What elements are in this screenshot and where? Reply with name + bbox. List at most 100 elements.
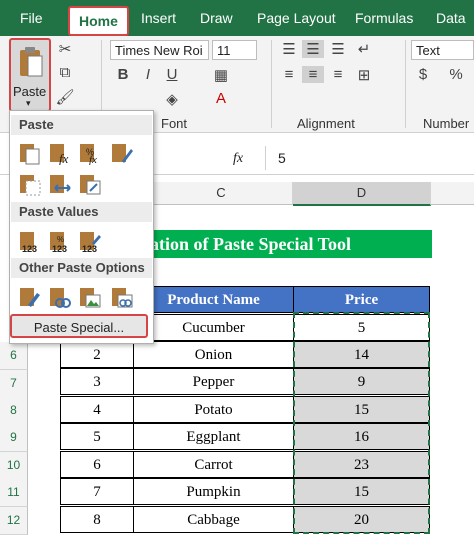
- font-size-box[interactable]: 11: [212, 40, 257, 60]
- tab-formulas[interactable]: Formulas: [355, 0, 413, 36]
- chevron-down-icon: ▾: [26, 98, 31, 108]
- group-label-alignment: Alignment: [297, 116, 355, 131]
- percent-icon[interactable]: %: [445, 66, 467, 83]
- paste-formulas-number-format-icon[interactable]: %fx: [78, 141, 102, 165]
- svg-text:123: 123: [22, 244, 37, 253]
- tab-page-layout[interactable]: Page Layout: [257, 0, 336, 36]
- header-cell-price[interactable]: Price: [293, 286, 430, 313]
- tab-data[interactable]: Data: [436, 0, 466, 36]
- linked-picture-icon[interactable]: [110, 285, 134, 309]
- clipboard-icon: [20, 47, 43, 77]
- font-color-icon[interactable]: A: [210, 90, 232, 107]
- font-name-box[interactable]: Times New Roi: [110, 40, 209, 60]
- borders-icon[interactable]: ▦: [210, 66, 232, 84]
- tab-home[interactable]: Home: [68, 6, 129, 36]
- no-borders-icon[interactable]: [18, 172, 42, 196]
- svg-text:fx: fx: [59, 151, 69, 165]
- align-left-icon[interactable]: ≡: [278, 66, 300, 83]
- table-cell-price[interactable]: 15: [293, 396, 430, 423]
- align-bottom-icon[interactable]: ☰: [327, 40, 349, 58]
- paste-link-icon[interactable]: [48, 285, 72, 309]
- table-cell-product[interactable]: Potato: [133, 396, 294, 423]
- column-header-d[interactable]: D: [293, 182, 431, 206]
- number-format-box[interactable]: Text: [411, 40, 474, 60]
- column-header-e[interactable]: [431, 182, 474, 205]
- align-right-icon[interactable]: ≡: [327, 66, 349, 83]
- tab-insert[interactable]: Insert: [141, 0, 176, 36]
- align-middle-icon[interactable]: ☰: [302, 40, 324, 58]
- tab-file[interactable]: File: [20, 0, 43, 36]
- sheet-title[interactable]: ation of Paste Special Tool: [148, 230, 432, 258]
- cut-icon[interactable]: ✂: [54, 40, 76, 58]
- row-header[interactable]: 10: [0, 452, 28, 480]
- menu-section-paste: Paste: [11, 115, 152, 135]
- table-cell-product[interactable]: Carrot: [133, 451, 294, 478]
- formula-value: 5: [278, 150, 286, 166]
- ribbon-tab-bar: File Home Insert Draw Page Layout Formul…: [0, 0, 474, 36]
- paste-values-icon[interactable]: 123: [18, 229, 42, 253]
- table-cell-product[interactable]: Onion: [133, 341, 294, 368]
- svg-text:123: 123: [52, 244, 67, 253]
- transpose-icon[interactable]: [78, 172, 102, 196]
- table-cell-price[interactable]: 20: [293, 506, 430, 533]
- keep-column-widths-icon[interactable]: [48, 172, 72, 196]
- paste-formulas-icon[interactable]: fx: [48, 141, 72, 165]
- table-cell-price[interactable]: 5: [293, 314, 430, 341]
- table-cell-sl[interactable]: 4: [60, 396, 134, 423]
- row-header[interactable]: 8: [0, 397, 28, 425]
- group-label-font: Font: [161, 116, 188, 131]
- values-number-format-icon[interactable]: %123: [48, 229, 72, 253]
- paste-label: Paste: [13, 84, 47, 99]
- table-cell-price[interactable]: 23: [293, 451, 430, 478]
- align-center-icon[interactable]: ≡: [302, 66, 324, 83]
- copy-icon[interactable]: ⧉: [54, 64, 76, 81]
- table-cell-sl[interactable]: 5: [60, 423, 134, 450]
- table-cell-product[interactable]: Cabbage: [133, 506, 294, 533]
- italic-button[interactable]: I: [137, 66, 159, 83]
- table-cell-price[interactable]: 16: [293, 423, 430, 450]
- underline-button[interactable]: U: [161, 66, 183, 83]
- table-cell-sl[interactable]: 6: [60, 451, 134, 478]
- table-cell-product[interactable]: Cucumber: [133, 314, 294, 341]
- table-cell-price[interactable]: 15: [293, 478, 430, 505]
- row-header[interactable]: 6: [0, 342, 28, 370]
- table-cell-sl[interactable]: 3: [60, 368, 134, 395]
- group-label-number: Number: [423, 116, 470, 131]
- svg-text:%: %: [57, 235, 64, 244]
- row-header[interactable]: 9: [0, 424, 28, 452]
- table-cell-price[interactable]: 14: [293, 341, 430, 368]
- wrap-text-icon[interactable]: ↵: [353, 40, 375, 58]
- table-cell-price[interactable]: 9: [293, 368, 430, 395]
- ribbon-separator: [405, 40, 406, 128]
- bold-button[interactable]: B: [112, 66, 134, 83]
- paste-button[interactable]: Paste ▾: [9, 38, 51, 112]
- currency-icon[interactable]: $: [412, 66, 434, 83]
- keep-source-formatting-icon[interactable]: [110, 141, 134, 165]
- table-cell-product[interactable]: Pumpkin: [133, 478, 294, 505]
- svg-text:123: 123: [82, 244, 97, 253]
- fx-icon[interactable]: fx: [233, 151, 243, 167]
- formatting-icon[interactable]: [18, 285, 42, 309]
- align-top-icon[interactable]: ☰: [278, 40, 300, 58]
- formula-input[interactable]: 5: [265, 146, 474, 170]
- table-cell-sl[interactable]: 7: [60, 478, 134, 505]
- table-cell-sl[interactable]: 2: [60, 341, 134, 368]
- picture-icon[interactable]: [78, 285, 102, 309]
- paste-special-button[interactable]: Paste Special...: [10, 314, 148, 338]
- menu-section-other-paste-options: Other Paste Options: [11, 258, 152, 278]
- fill-color-icon[interactable]: ◈: [161, 90, 183, 108]
- table-cell-product[interactable]: Eggplant: [133, 423, 294, 450]
- table-cell-product[interactable]: Pepper: [133, 368, 294, 395]
- paste-icon[interactable]: [18, 141, 42, 165]
- format-painter-icon[interactable]: 🖌: [54, 88, 76, 106]
- column-header-c[interactable]: C: [150, 182, 293, 205]
- tab-draw[interactable]: Draw: [200, 0, 233, 36]
- row-header[interactable]: 7: [0, 370, 28, 398]
- header-cell-product-name[interactable]: Product Name: [133, 286, 294, 313]
- values-source-formatting-icon[interactable]: 123: [78, 229, 102, 253]
- row-header[interactable]: 12: [0, 507, 28, 535]
- merge-center-icon[interactable]: ⊞: [353, 66, 375, 84]
- menu-section-paste-values: Paste Values: [11, 202, 152, 222]
- row-header[interactable]: 11: [0, 479, 28, 507]
- table-cell-sl[interactable]: 8: [60, 506, 134, 533]
